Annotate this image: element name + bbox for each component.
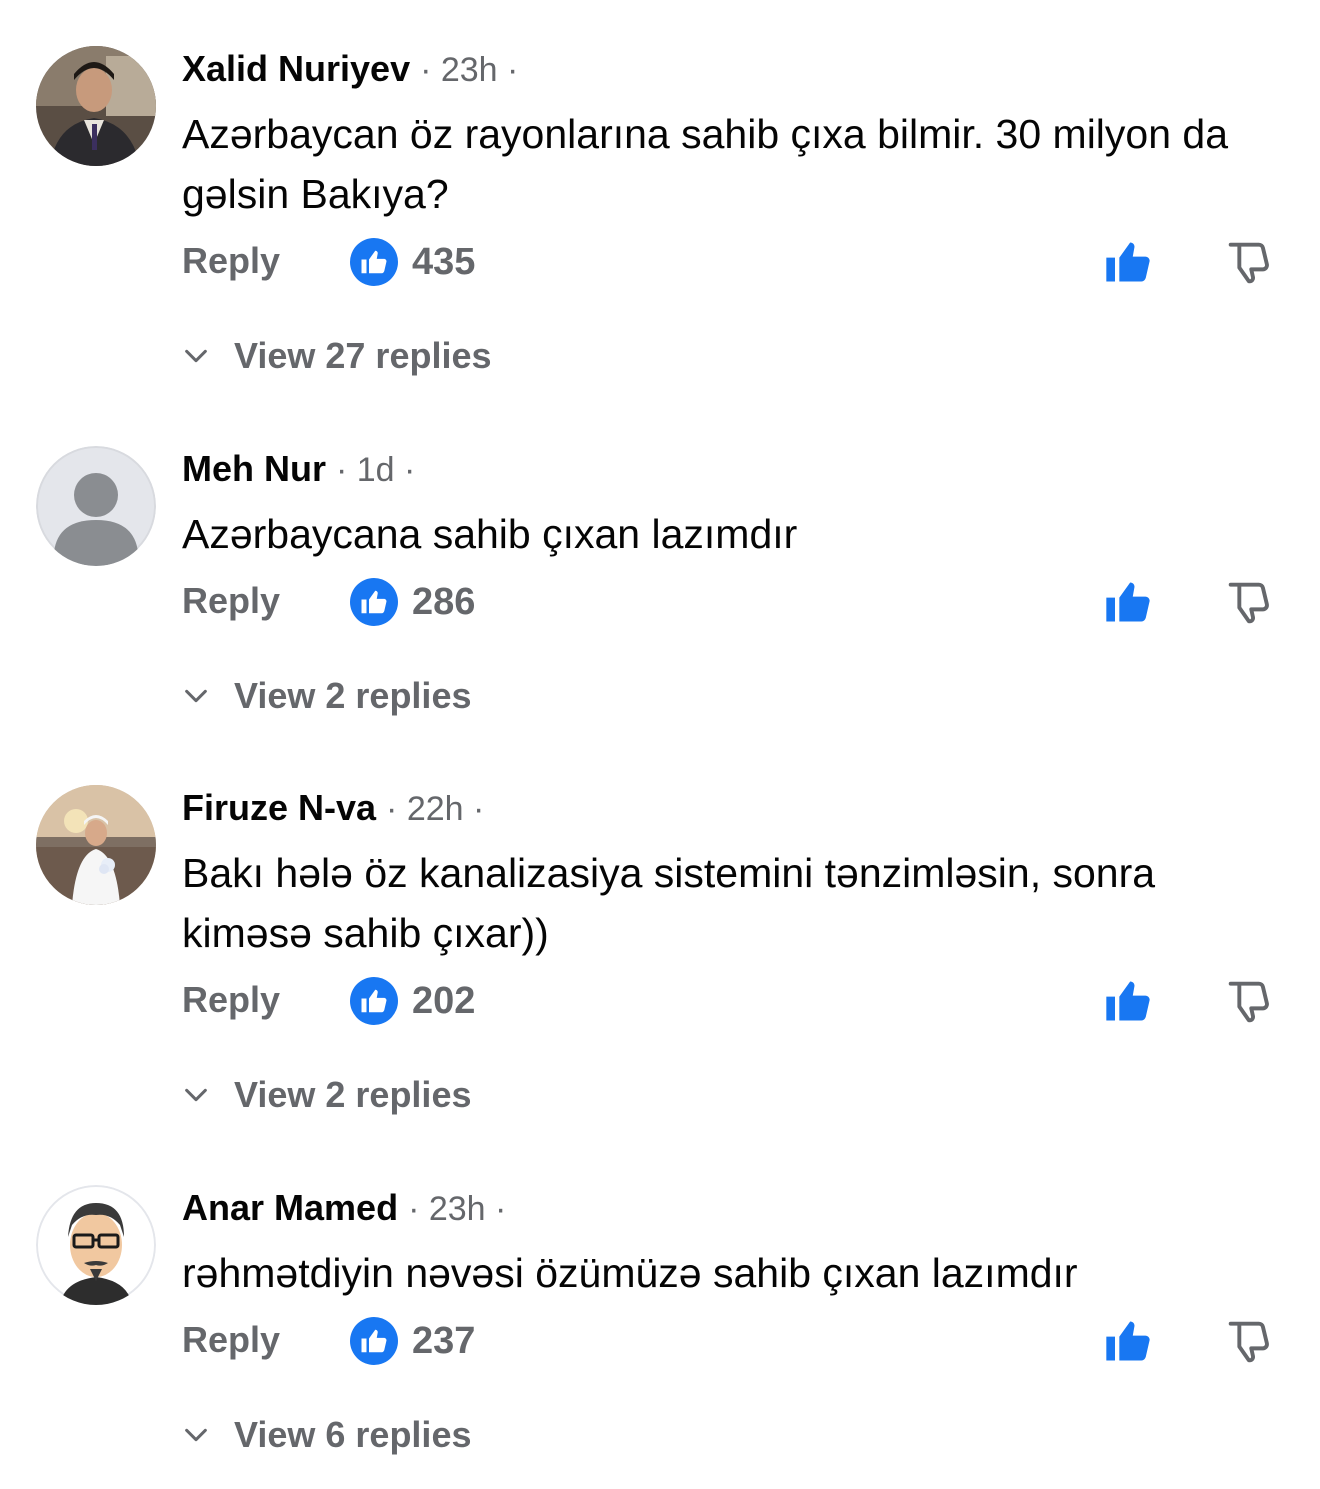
avatar[interactable]: [36, 446, 156, 566]
avatar[interactable]: [36, 785, 156, 905]
comment-text: Azərbaycan öz rayonlarına sahib çıxa bil…: [182, 111, 1229, 217]
chevron-down-icon: [185, 1428, 207, 1442]
comment-text: rəhmətdiyin nəvəsi özümüzə sahib çıxan l…: [182, 1250, 1078, 1296]
reaction-summary[interactable]: 286: [350, 576, 475, 628]
like-icon[interactable]: [1102, 236, 1154, 288]
reply-button[interactable]: Reply: [182, 1319, 280, 1361]
like-badge-icon: [350, 578, 398, 626]
view-replies-button[interactable]: View 27 replies: [182, 332, 492, 380]
view-replies-label: View 2 replies: [234, 1074, 472, 1115]
comment-text: Azərbaycana sahib çıxan lazımdır: [182, 511, 798, 557]
author-name[interactable]: Xalid Nuriyev: [182, 48, 410, 90]
comment-actions: Reply 286: [0, 574, 1320, 630]
avatar[interactable]: [36, 46, 156, 166]
comment-header: Meh Nur · 1d ·: [182, 448, 415, 492]
reaction-summary[interactable]: 237: [350, 1315, 475, 1367]
dislike-icon[interactable]: [1222, 1315, 1274, 1367]
reply-button[interactable]: Reply: [182, 979, 280, 1021]
comment-timestamp: · 1d ·: [336, 451, 416, 489]
reply-button[interactable]: Reply: [182, 240, 280, 282]
like-icon[interactable]: [1102, 975, 1154, 1027]
comment-header: Anar Mamed · 23h ·: [182, 1187, 506, 1231]
reaction-summary[interactable]: 435: [350, 236, 475, 288]
comment-header: Xalid Nuriyev · 23h ·: [182, 48, 518, 92]
view-replies-label: View 6 replies: [234, 1414, 472, 1455]
comment-text: Bakı hələ öz kanalizasiya sistemini tənz…: [182, 850, 1156, 956]
avatar[interactable]: [36, 1185, 156, 1305]
like-count: 202: [412, 979, 476, 1022]
reply-button[interactable]: Reply: [182, 580, 280, 622]
comment-actions: Reply 435: [0, 234, 1320, 290]
like-badge-icon: [350, 1317, 398, 1365]
comment-timestamp: · 22h ·: [386, 790, 485, 828]
dislike-icon[interactable]: [1222, 236, 1274, 288]
comment-header: Firuze N-va · 22h ·: [182, 787, 484, 831]
view-replies-button[interactable]: View 2 replies: [182, 672, 471, 720]
author-name[interactable]: Meh Nur: [182, 448, 326, 490]
like-icon[interactable]: [1102, 576, 1154, 628]
author-name[interactable]: Anar Mamed: [182, 1187, 398, 1229]
chevron-down-icon: [185, 1088, 207, 1102]
like-count: 237: [412, 1319, 476, 1362]
comment-actions: Reply 202: [0, 973, 1320, 1029]
like-badge-icon: [350, 977, 398, 1025]
like-count: 286: [412, 580, 476, 623]
dislike-icon[interactable]: [1222, 975, 1274, 1027]
like-badge-icon: [350, 238, 398, 286]
dislike-icon[interactable]: [1222, 576, 1274, 628]
author-name[interactable]: Firuze N-va: [182, 787, 376, 829]
comment-timestamp: · 23h ·: [420, 51, 519, 89]
view-replies-button[interactable]: View 2 replies: [182, 1071, 471, 1119]
like-count: 435: [412, 240, 476, 283]
chevron-down-icon: [185, 349, 207, 363]
view-replies-label: View 27 replies: [234, 335, 492, 376]
comment-actions: Reply 237: [0, 1313, 1320, 1369]
reaction-summary[interactable]: 202: [350, 975, 475, 1027]
view-replies-label: View 2 replies: [234, 675, 472, 716]
view-replies-button[interactable]: View 6 replies: [182, 1411, 471, 1459]
like-icon[interactable]: [1102, 1315, 1154, 1367]
comment-timestamp: · 23h ·: [408, 1190, 507, 1228]
chevron-down-icon: [185, 689, 207, 703]
